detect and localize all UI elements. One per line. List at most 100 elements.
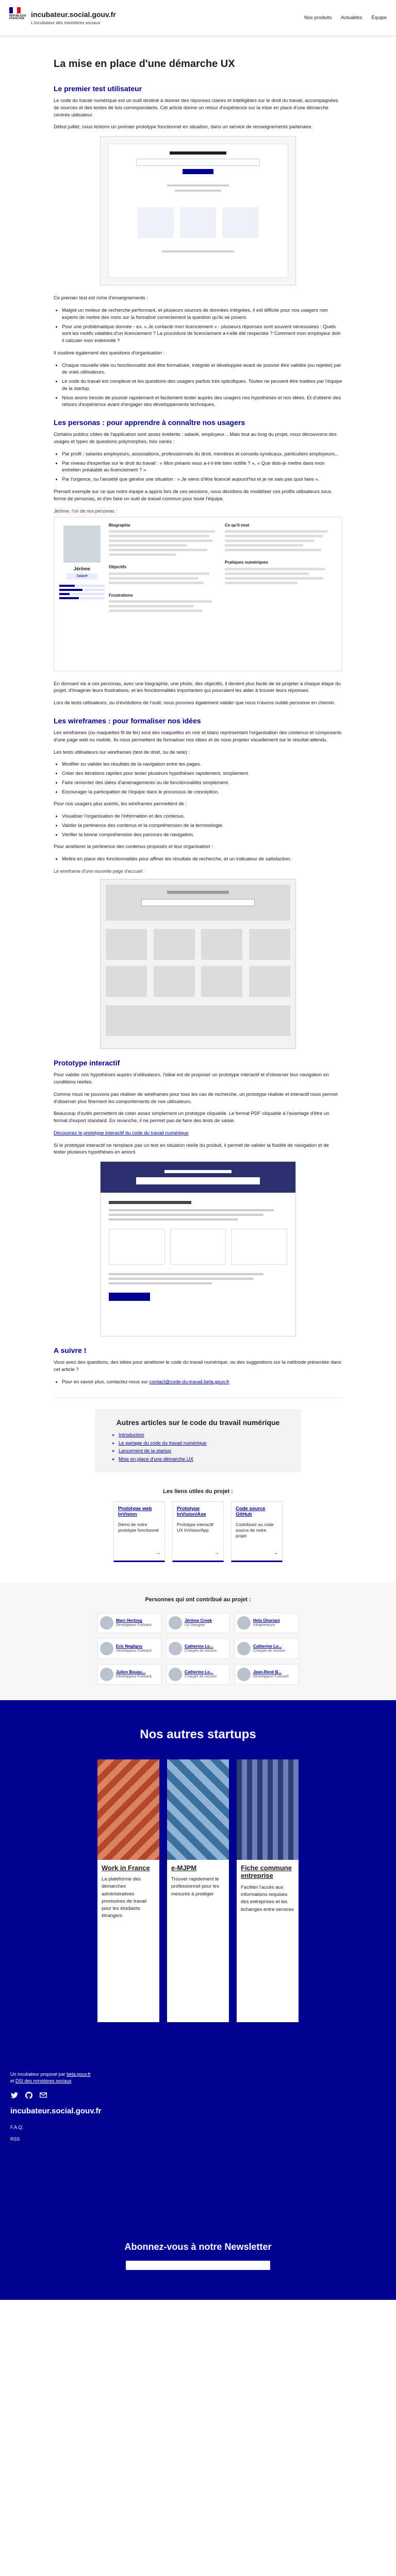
related-link[interactable]: Introduction bbox=[119, 1432, 292, 1439]
contributor-card[interactable]: Eric Negligny Développeur Fullstack bbox=[97, 1638, 161, 1659]
republique-francaise-logo: République Française bbox=[9, 7, 27, 29]
footer-brand[interactable]: incubateur.social.gouv.fr bbox=[10, 2106, 386, 2117]
tool-title[interactable]: Prototype InVision/Axe bbox=[177, 1506, 219, 1518]
contributor-role: Chargée de mission bbox=[185, 1674, 217, 1679]
startups-title: Nos autres startups bbox=[140, 1727, 256, 1741]
nav-news[interactable]: Actualités bbox=[341, 14, 362, 22]
contributor-name[interactable]: Jean-René B... bbox=[253, 1670, 289, 1674]
footer-faq-link[interactable]: F.A.Q. bbox=[10, 2124, 386, 2131]
wireframe-caption: Le wireframe d'une nouvelle page d'accue… bbox=[54, 869, 145, 874]
contributor-card[interactable]: Catherine Lo... Chargée de mission bbox=[166, 1664, 230, 1685]
paragraph: Vous avez des questions, des idées pour … bbox=[54, 1360, 341, 1373]
startup-card[interactable]: e-MJPM Trouver rapidement le professionn… bbox=[167, 1759, 229, 2022]
usage-list: Par profil : salariés employeurs, associ… bbox=[54, 451, 342, 483]
startup-image bbox=[237, 1759, 299, 1860]
contributor-name[interactable]: Marc Hertzog bbox=[116, 1618, 152, 1623]
contributor-role: Développeur Fullstack bbox=[116, 1623, 152, 1627]
contributor-role: Chargée de mission bbox=[185, 1649, 217, 1653]
prototype-link[interactable]: Découvrez le prototype interactif du cod… bbox=[54, 1130, 188, 1136]
contributor-card[interactable]: Jean-René B... Développeur Fullstack bbox=[235, 1664, 299, 1685]
contributors-title: Personnes qui ont contribué au projet : bbox=[145, 1596, 251, 1603]
paragraph: Pour améliorer la pertinence des contenu… bbox=[54, 844, 213, 850]
prototype-screenshot bbox=[100, 136, 296, 286]
persona-expectations-title: Pratiques numériques bbox=[225, 560, 269, 565]
persona-card: Jérôme Salarié Biographie Objectifs Frus… bbox=[54, 516, 342, 671]
contributor-name[interactable]: Eric Negligny bbox=[116, 1644, 152, 1649]
avatar bbox=[237, 1667, 251, 1681]
contributor-name[interactable]: Hela Ghariani bbox=[253, 1618, 280, 1623]
list-item: Par niveau d'expertise sur le droit du t… bbox=[62, 460, 342, 474]
paragraph: Prenant exemple sur ce que notre équipe … bbox=[54, 488, 332, 502]
tool-desc: Contribuez au code source de notre proje… bbox=[236, 1521, 274, 1538]
contributor-name[interactable]: Catherine Lo... bbox=[185, 1644, 217, 1649]
nav-team[interactable]: Équipe bbox=[371, 14, 387, 22]
startup-name[interactable]: Work in France bbox=[102, 1864, 155, 1872]
list-item: Visualiser l'organisation de l'informati… bbox=[62, 813, 342, 820]
tool-title[interactable]: Prototype web InVision bbox=[118, 1506, 160, 1518]
avatar bbox=[100, 1616, 113, 1630]
contributor-card[interactable]: Hela Ghariani Intrapreneure bbox=[235, 1612, 299, 1633]
related-link[interactable]: Le partage du code du travail numérique bbox=[119, 1440, 292, 1447]
tool-card[interactable]: Code source GitHub Contribuez au code so… bbox=[231, 1501, 283, 1562]
startup-image bbox=[97, 1759, 159, 1860]
contributors-grid: Marc Hertzog Développeur Fullstack Jérôme… bbox=[97, 1612, 299, 1685]
startups-grid: Work in France La plateforme des démarch… bbox=[97, 1759, 299, 2022]
logo-block[interactable]: République Française incubateur.social.go… bbox=[9, 7, 116, 29]
article: La mise en place d'une démarche UX Le pr… bbox=[54, 36, 342, 1562]
contributor-card[interactable]: Catherine Lo... Chargée de mission bbox=[166, 1638, 230, 1659]
related-articles: Autres articles sur le code du travail n… bbox=[95, 1409, 301, 1472]
startup-desc: La plateforme des démarches administrati… bbox=[102, 1876, 147, 1919]
startup-card[interactable]: Fiche commune entreprise Faciliter l'acc… bbox=[237, 1759, 299, 2022]
contributor-role: Intrapreneure bbox=[253, 1623, 275, 1627]
arrow-right-icon: → bbox=[214, 1550, 219, 1556]
twitter-icon[interactable] bbox=[10, 2091, 19, 2099]
contact-email-link[interactable]: contact@code-du-travail.beta.gouv.fr bbox=[150, 1379, 229, 1385]
related-link[interactable]: Lancement de la startup bbox=[119, 1448, 292, 1455]
site-title[interactable]: incubateur.social.gouv.fr bbox=[31, 9, 116, 20]
list-item: Modifier ou valider les résultats de la … bbox=[62, 761, 342, 768]
paragraph: Les tests utilisateurs sur wireframes (t… bbox=[54, 749, 190, 755]
contributor-name[interactable]: Catherine Lo... bbox=[253, 1644, 285, 1649]
contributor-card[interactable]: Jérôme Creek UX Designer bbox=[166, 1612, 230, 1633]
tool-desc: Prototype interactif UX InVision/App bbox=[177, 1521, 213, 1533]
contributor-card[interactable]: Catherine Lo... Chargée de mission bbox=[235, 1638, 299, 1659]
tool-card[interactable]: Prototype web InVision Démo de notre pro… bbox=[113, 1501, 165, 1562]
startup-name[interactable]: e-MJPM bbox=[171, 1864, 225, 1872]
beta-gouv-link[interactable]: beta.gouv.fr bbox=[67, 2072, 91, 2077]
article-title: La mise en place d'une démarche UX bbox=[54, 58, 235, 70]
paragraph: Beaucoup d'outils permettent de créer as… bbox=[54, 1111, 329, 1124]
startup-name[interactable]: Fiche commune entreprise bbox=[241, 1864, 294, 1880]
mail-icon[interactable] bbox=[39, 2091, 47, 2099]
tool-card[interactable]: Prototype InVision/Axe Prototype interac… bbox=[172, 1501, 224, 1562]
startup-card[interactable]: Work in France La plateforme des démarch… bbox=[97, 1759, 159, 2022]
paragraph: Début juillet, nous testons un premier p… bbox=[54, 124, 313, 130]
paragraph: Il soulève également des questions d'org… bbox=[54, 350, 165, 356]
list-item: Par l'urgence, ou l'anxiété que génère u… bbox=[62, 476, 342, 483]
contributor-card[interactable]: Julien Bouqu... Développeur Fullstack bbox=[97, 1664, 161, 1685]
list-item: Créer des itérations rapides pour tester… bbox=[62, 770, 342, 777]
contributor-card[interactable]: Marc Hertzog Développeur Fullstack bbox=[97, 1612, 161, 1633]
related-link[interactable]: Mise en place d'une démarche UX bbox=[119, 1456, 292, 1463]
startup-desc: Faciliter l'accès aux informations requi… bbox=[241, 1884, 294, 1912]
section-prototype-title: Prototype interactif bbox=[54, 1059, 120, 1067]
tool-title[interactable]: Code source GitHub bbox=[236, 1506, 278, 1518]
contributor-role: Développeur Fullstack bbox=[116, 1649, 152, 1653]
advanced-users-list: Visualiser l'organisation de l'informati… bbox=[54, 813, 342, 838]
list-item: Malgré un moteur de recherche performant… bbox=[62, 307, 342, 321]
github-icon[interactable] bbox=[25, 2091, 33, 2099]
avatar bbox=[237, 1616, 251, 1630]
contributor-name[interactable]: Catherine Lo... bbox=[185, 1670, 217, 1674]
dsi-link[interactable]: DSI des ministères sociaux bbox=[15, 2078, 72, 2083]
startup-image bbox=[167, 1759, 229, 1860]
paragraph: Le code du travail numérique est un outi… bbox=[54, 98, 338, 118]
contributor-name[interactable]: Julien Bouqu... bbox=[116, 1670, 152, 1674]
divider bbox=[54, 1397, 342, 1398]
contributor-name[interactable]: Jérôme Creek bbox=[185, 1618, 212, 1623]
startups-section: Nos autres startups Work in France La pl… bbox=[0, 1700, 396, 2061]
footer-rss-link[interactable]: RSS bbox=[10, 2136, 386, 2143]
nav-products[interactable]: Nos produits bbox=[304, 14, 332, 22]
prototype-interactive-screenshot bbox=[100, 1161, 296, 1337]
list-item: Valider la pertinence des contenus et la… bbox=[62, 822, 342, 829]
newsletter-email-input[interactable] bbox=[126, 2260, 270, 2270]
list-item: Mettre en place des fonctionnalités pour… bbox=[62, 856, 342, 863]
